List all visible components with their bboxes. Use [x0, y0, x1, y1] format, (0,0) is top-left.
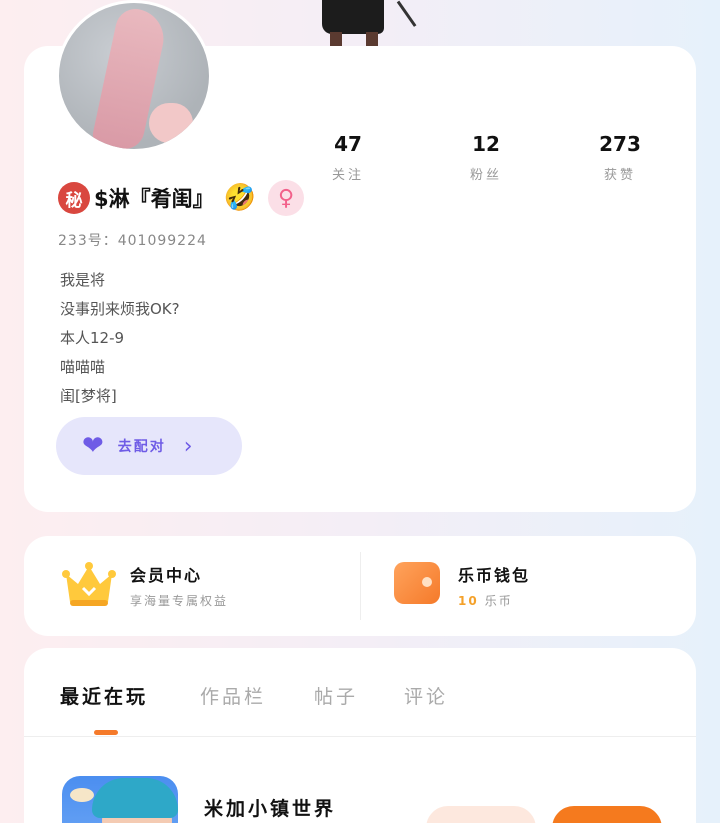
member-center-subtitle: 享海量专属权益 — [130, 593, 229, 608]
wallet-unit: 乐币 — [484, 593, 513, 608]
wallet[interactable]: 乐币钱包 10 乐币 — [390, 558, 530, 612]
chevron-right-icon: › — [183, 433, 193, 459]
bio-line: 本人12-9 — [60, 329, 125, 347]
secret-badge: 秘 — [58, 182, 90, 214]
stat-followers[interactable]: 12 粉丝 — [446, 132, 526, 183]
tab-recent[interactable]: 最近在玩 — [60, 682, 148, 709]
divider — [360, 552, 361, 620]
wallet-balance: 10 — [458, 593, 479, 608]
stat-following-label: 关注 — [331, 168, 364, 183]
stat-followers-label: 粉丝 — [469, 168, 502, 183]
stat-likes[interactable]: 273 获赞 — [580, 132, 660, 183]
stat-followers-count: 12 — [472, 132, 500, 156]
divider — [24, 736, 696, 737]
game-icon[interactable] — [62, 776, 178, 823]
stat-likes-count: 273 — [599, 132, 641, 156]
secondary-button[interactable] — [426, 806, 536, 823]
bio-line: 没事别来烦我OK? — [60, 300, 180, 318]
stat-following-count: 47 — [334, 132, 362, 156]
vip-card: 会员中心 享海量专属权益 乐币钱包 10 乐币 — [24, 536, 696, 636]
tab-indicator — [94, 730, 118, 735]
wallet-icon — [394, 562, 440, 604]
stat-following[interactable]: 47 关注 — [308, 132, 388, 183]
member-center-title: 会员中心 — [130, 565, 203, 585]
female-icon: ♀ — [268, 180, 304, 216]
wallet-title: 乐币钱包 — [458, 565, 531, 585]
username: $淋『肴闺』 — [94, 187, 214, 211]
banner-figure — [318, 0, 417, 46]
bio-line: 闺[梦将] — [60, 387, 117, 405]
content-card: 最近在玩 作品栏 帖子 评论 米加小镇世界 — [24, 648, 696, 823]
wallet-balance-row: 10 乐币 — [458, 592, 530, 609]
name-row: 秘 $淋『肴闺』 🤣 ♀ — [58, 180, 304, 216]
avatar[interactable] — [56, 0, 212, 152]
tab-works[interactable]: 作品栏 — [200, 682, 266, 709]
tab-comments[interactable]: 评论 — [404, 682, 448, 709]
primary-button[interactable] — [552, 806, 662, 823]
member-center[interactable]: 会员中心 享海量专属权益 — [62, 558, 228, 612]
stat-likes-label: 获赞 — [603, 168, 636, 183]
bio: 我是将 没事别来烦我OK? 本人12-9 喵喵喵 闺[梦将] — [60, 266, 180, 411]
pair-button-label: 去配对 — [117, 439, 166, 455]
user-id: 233号：401099224 — [58, 233, 207, 249]
tab-posts[interactable]: 帖子 — [314, 682, 358, 709]
game-title[interactable]: 米加小镇世界 — [204, 794, 336, 821]
crown-icon — [62, 558, 116, 612]
heart-icon: ❤ — [82, 431, 104, 461]
bio-line: 我是将 — [60, 271, 106, 289]
bio-line: 喵喵喵 — [60, 358, 106, 376]
emoji-icon: 🤣 — [223, 183, 256, 213]
pair-button[interactable]: ❤ 去配对 › — [56, 417, 242, 475]
